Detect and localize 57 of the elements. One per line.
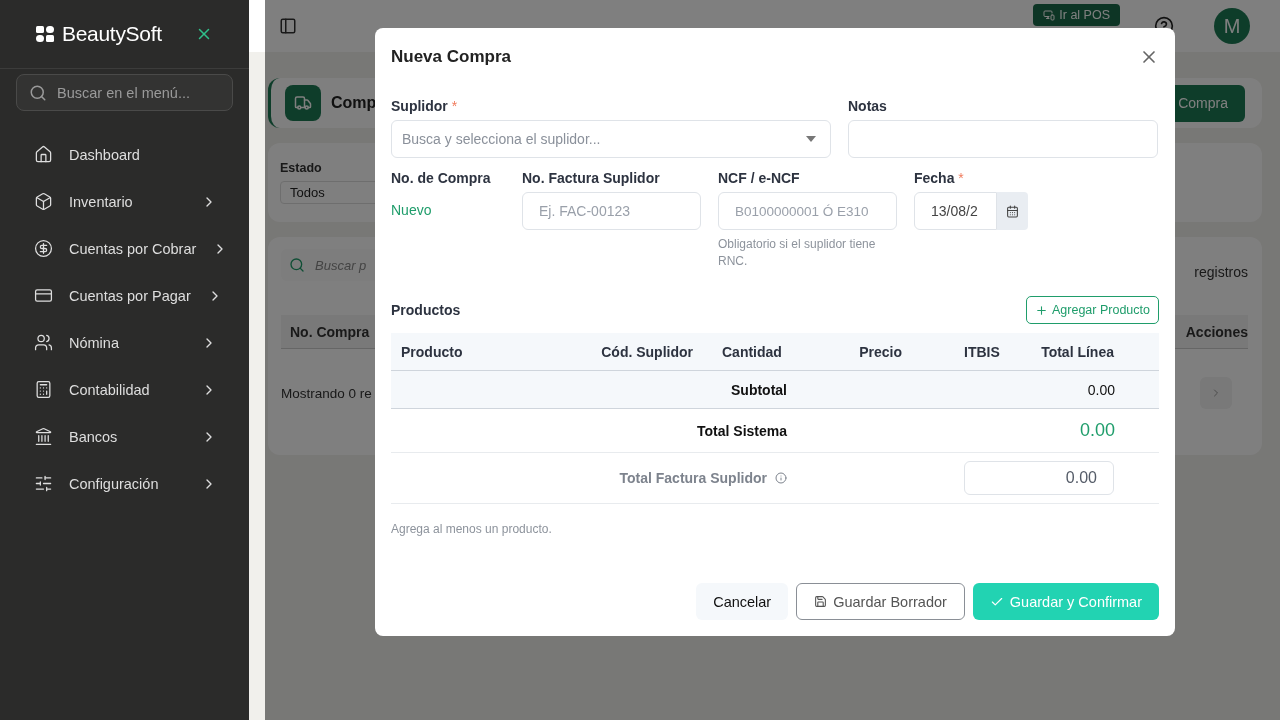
brand-name: BeautySoft <box>62 22 162 46</box>
truck-icon <box>285 85 321 121</box>
monitor-icon <box>1043 9 1056 21</box>
box-icon <box>34 192 53 211</box>
pagination-info: Mostrando 0 re <box>281 385 372 401</box>
field-hint: Obligatorio si el suplidor tiene RNC. <box>718 236 877 270</box>
card-icon <box>34 286 53 305</box>
field-label: No. Factura Suplidor <box>522 170 661 186</box>
system-total-label: Total Sistema <box>696 422 788 439</box>
invoice-number-field[interactable]: Ej. FAC-00123 <box>522 192 701 230</box>
search-icon <box>29 83 47 102</box>
field-label: Fecha * <box>914 170 965 186</box>
calendar-icon <box>1006 204 1019 218</box>
field-label: Notas <box>848 98 888 114</box>
section-title: Productos <box>391 302 461 318</box>
nav-item[interactable]: Nómina <box>0 319 249 366</box>
plus-icon <box>1035 303 1048 317</box>
pos-button[interactable]: Ir al POS <box>1033 4 1120 26</box>
invoice-total-field[interactable]: 0.00 <box>964 461 1114 495</box>
page-title: Comp <box>331 94 377 112</box>
add-product-button[interactable]: Agregar Producto <box>1026 296 1159 324</box>
field-label: NCF / e-NCF <box>718 170 801 186</box>
dialog-title: Nueva Compra <box>391 47 511 67</box>
bank-icon <box>34 427 53 446</box>
date-field[interactable]: 13/08/2 <box>914 192 997 230</box>
info-icon[interactable] <box>775 472 787 484</box>
users-icon <box>34 333 53 352</box>
nav-item[interactable]: Cuentas por Pagar <box>0 272 249 319</box>
subtotal-label: Subtotal <box>730 381 788 398</box>
nav-item[interactable]: Dashboard <box>0 131 249 178</box>
system-total-value: 0.00 <box>1078 420 1116 441</box>
subtotal-value: 0.00 <box>1086 381 1116 398</box>
save-draft-button[interactable]: Guardar Borrador <box>796 583 965 620</box>
notes-field[interactable] <box>848 120 1158 158</box>
nav-item[interactable]: Cuentas por Cobrar <box>0 225 249 272</box>
logo-icon <box>36 26 54 42</box>
dollar-icon <box>34 239 53 258</box>
nav-item[interactable]: Contabilidad <box>0 366 249 413</box>
nav-item[interactable]: Configuración <box>0 460 249 507</box>
search-icon <box>289 257 305 273</box>
sidebar-toggle-icon[interactable] <box>279 17 297 35</box>
nav-item[interactable]: Bancos <box>0 413 249 460</box>
save-icon <box>814 595 828 608</box>
house-icon <box>34 145 53 164</box>
menu-search-field[interactable]: Buscar en el menú... <box>16 74 233 111</box>
purchase-number: Nuevo <box>391 201 433 218</box>
cancel-button[interactable]: Cancelar <box>696 583 789 620</box>
nav-item[interactable]: Inventario <box>0 178 249 225</box>
records-label: registros <box>1194 263 1248 280</box>
field-label: Suplidor * <box>391 98 459 114</box>
validation-message: Agrega al menos un producto. <box>391 522 553 536</box>
ncf-field[interactable]: B0100000001 Ó E310 <box>718 192 897 230</box>
calculator-icon <box>34 380 53 399</box>
invoice-total-label: Total Factura Suplidor <box>619 470 767 486</box>
calendar-button[interactable] <box>997 192 1028 230</box>
filter-label: Estado <box>280 161 323 175</box>
sliders-icon <box>34 474 53 493</box>
